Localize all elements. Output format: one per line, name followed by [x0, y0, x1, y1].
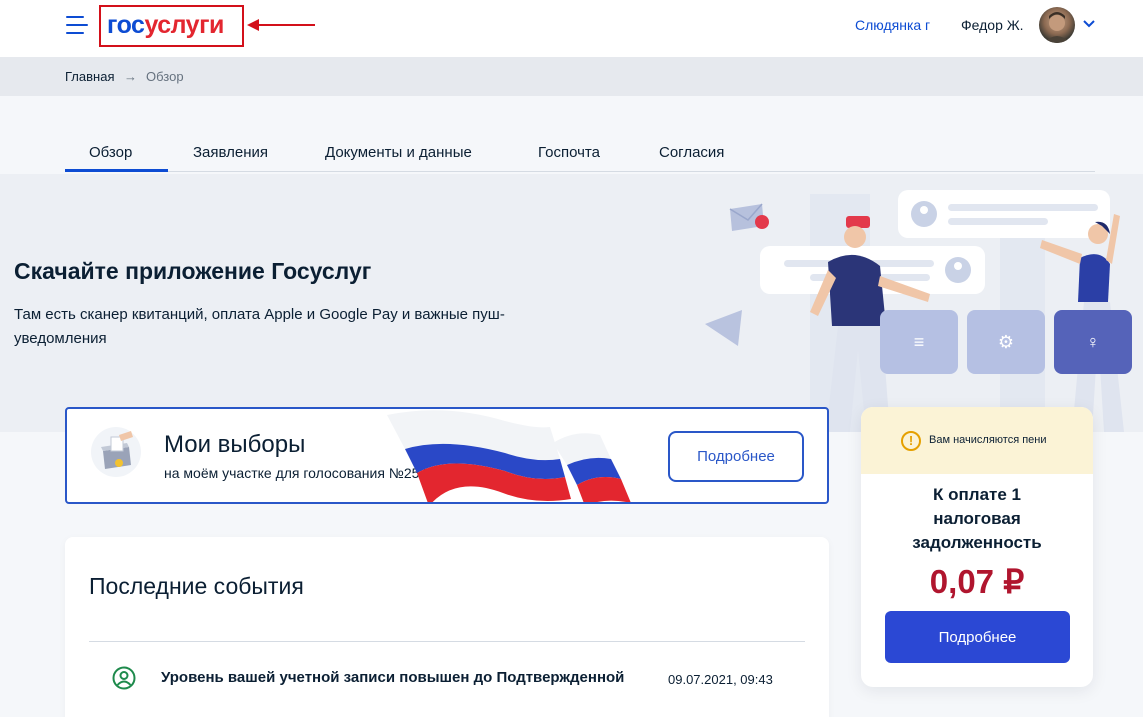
events-divider [89, 641, 805, 642]
elections-title: Мои выборы [164, 431, 306, 458]
active-tab-indicator [65, 169, 168, 172]
city-selector[interactable]: Слюдянка г [855, 17, 930, 33]
breadcrumb-current: Обзор [146, 69, 184, 84]
debt-more-button[interactable]: Подробнее [885, 611, 1070, 663]
warning-icon: ! [901, 431, 921, 451]
list-icon: ≡ [880, 310, 958, 374]
debt-title: К оплате 1 налоговая задолженность [912, 485, 1042, 552]
debt-amount: 0,07 ₽ [929, 563, 1025, 600]
breadcrumb-home[interactable]: Главная [65, 69, 114, 84]
banner-illustration: ≡ ⚙ ♀ [700, 174, 1143, 432]
elections-more-button[interactable]: Подробнее [668, 431, 804, 482]
chevron-down-icon[interactable] [1082, 18, 1096, 28]
tab-overview[interactable]: Обзор [89, 144, 132, 161]
breadcrumb: Главная → Обзор [0, 57, 1143, 96]
tabs-divider [65, 171, 1095, 172]
menu-icon[interactable] [66, 16, 88, 34]
avatar[interactable] [1039, 7, 1075, 43]
ballot-box-icon [91, 427, 141, 477]
banner-title: Скачайте приложение Госуслуг [14, 258, 372, 284]
logo-part-uslugi: услуги [144, 11, 224, 39]
avatar-photo-icon [1044, 12, 1070, 43]
illustration-icon [705, 190, 1124, 432]
event-date: 09.07.2021, 09:43 [668, 672, 773, 687]
tab-applications[interactable]: Заявления [193, 144, 268, 161]
top-header: госуслуги Слюдянка г Федор Ж. [0, 0, 1143, 57]
user-check-icon [112, 666, 136, 690]
russian-flags-icon [387, 410, 631, 502]
user-name[interactable]: Федор Ж. [961, 17, 1024, 33]
tabs-area [0, 96, 1143, 174]
my-elections-card[interactable]: Мои выборы на моём участке для голосован… [65, 407, 829, 504]
logo-highlight-box: госуслуги [99, 5, 244, 47]
recent-events-panel: Последние события Уровень вашей учетной … [65, 537, 829, 717]
breadcrumb-arrow-icon: → [124, 69, 137, 84]
tab-documents[interactable]: Документы и данные [325, 144, 472, 161]
tab-gospochta[interactable]: Госпочта [538, 144, 600, 161]
tab-consents[interactable]: Согласия [659, 144, 724, 161]
gear-icon: ⚙ [967, 310, 1045, 374]
event-text[interactable]: Уровень вашей учетной записи повышен до … [161, 669, 624, 686]
gosuslugi-logo[interactable]: госуслуги [107, 11, 224, 40]
lightbulb-icon: ♀ [1054, 310, 1132, 374]
penalty-warning: ! Вам начисляются пени [861, 407, 1093, 474]
annotation-arrow-icon [247, 19, 315, 31]
events-title: Последние события [89, 573, 304, 599]
logo-part-gos: гос [107, 11, 145, 39]
tax-debt-card: ! Вам начисляются пени К оплате 1 налого… [861, 407, 1093, 687]
banner-text: Там есть сканер квитанций, оплата Apple … [14, 306, 505, 347]
warning-text: Вам начисляются пени [929, 434, 1047, 446]
